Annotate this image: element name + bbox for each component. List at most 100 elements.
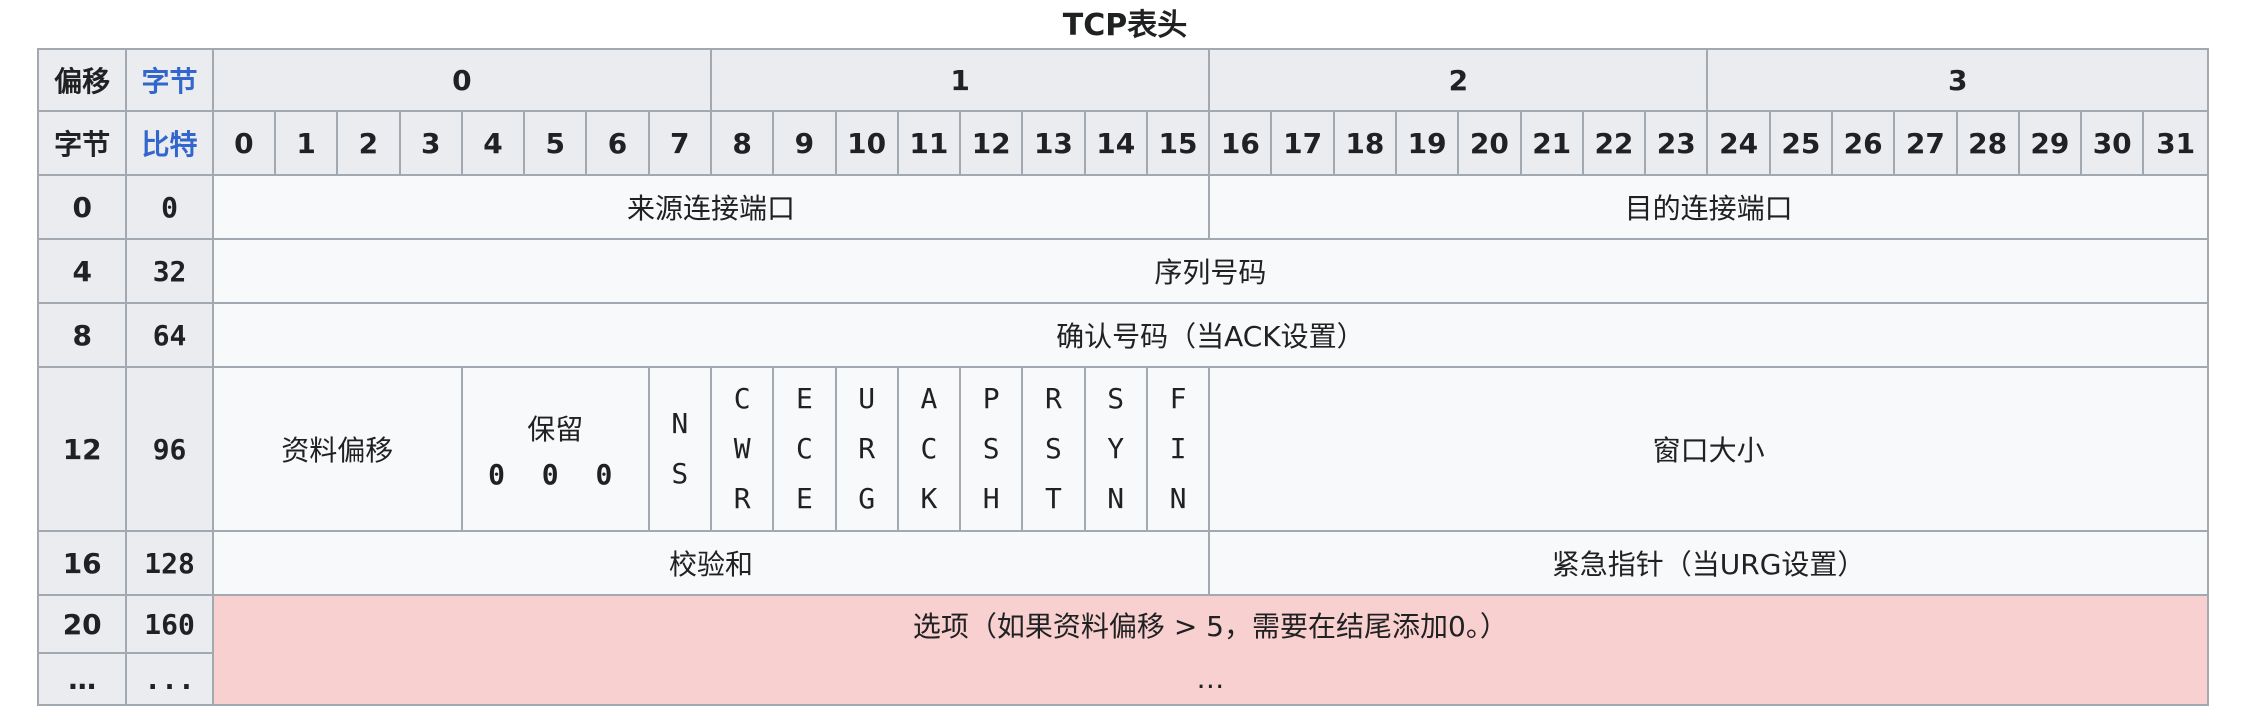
flag-letter: R (733, 482, 751, 515)
reserved-label: 保留 (527, 412, 584, 446)
bit-number: 26 (1830, 110, 1896, 176)
bit-number: 3 (398, 110, 463, 176)
flag-letter: E (795, 482, 813, 515)
bit-number: 10 (834, 110, 899, 176)
octet-3: 3 (1706, 48, 2209, 112)
destination-port-field: 目的连接端口 (1208, 174, 2209, 240)
bit-header-row: 字节 比特 0 1 2 3 4 5 6 7 8 9 10 11 12 13 14… (36, 110, 2209, 176)
table-row: 0 0 来源连接端口 目的连接端口 (36, 174, 2209, 240)
bit-offset: 96 (125, 366, 214, 532)
flag-letter: S (982, 432, 1000, 465)
octet-label-link[interactable]: 字节 (125, 48, 214, 112)
byte-offset: 16 (36, 530, 128, 596)
bit-number: 17 (1270, 110, 1335, 176)
bit-offset-more: ... (125, 652, 214, 706)
table-row: 4 32 序列号码 (36, 238, 2210, 304)
octet-2: 2 (1208, 48, 1709, 112)
flag-rst: R S T (1021, 366, 1086, 532)
flag-letter: N (1169, 482, 1187, 515)
bit-number: 13 (1021, 110, 1086, 176)
octet-1: 1 (709, 48, 1211, 112)
bit-label-link[interactable]: 比特 (125, 110, 214, 176)
table-row: 20 160 选项（如果资料偏移 > 5，需要在结尾添加0。） (36, 594, 2210, 654)
bit-number: 25 (1768, 110, 1833, 176)
flag-letter: S (1045, 432, 1062, 465)
byte-offset: 4 (36, 238, 128, 304)
flag-syn: S Y N (1083, 366, 1148, 532)
bit-number: 11 (896, 110, 962, 176)
bit-number: 16 (1208, 110, 1273, 176)
bit-number: 28 (1955, 110, 2020, 176)
flag-letter: C (733, 382, 751, 415)
bit-offset: 64 (125, 302, 214, 368)
flag-letter: F (1169, 382, 1187, 415)
flag-fin: F I N (1145, 366, 1211, 532)
bit-number: 12 (959, 110, 1024, 176)
flag-letter: S (1107, 382, 1125, 415)
byte-offset: 8 (36, 302, 128, 368)
window-size-field: 窗口大小 (1208, 366, 2209, 532)
flag-letter: Y (1107, 432, 1125, 465)
flag-letter: R (1045, 382, 1062, 415)
flag-letter: H (982, 482, 1000, 515)
bit-number: 30 (2080, 110, 2145, 176)
flag-ns: N S (647, 366, 712, 532)
octet-header-row: 偏移 字节 0 1 2 3 (36, 48, 2209, 112)
reserved-field: 保留 0 0 0 (460, 366, 650, 532)
offset-label: 偏移 (36, 48, 128, 112)
byte-offset: 0 (36, 174, 128, 240)
table-caption: TCP表头 (1062, 8, 1188, 43)
bit-number: 0 (211, 110, 277, 176)
tcp-header-table: 偏移 字节 0 1 2 3 字节 比特 0 1 2 3 4 5 6 7 8 9 … (36, 48, 2210, 706)
checksum-field: 校验和 (211, 530, 1211, 596)
bit-number: 29 (2017, 110, 2083, 176)
byte-offset-more: … (36, 652, 128, 706)
flag-letter: C (795, 432, 813, 465)
flag-cwr: C W R (709, 366, 775, 532)
byte-label: 字节 (36, 110, 128, 176)
bit-offset: 32 (125, 238, 214, 304)
flag-letter: W (733, 432, 751, 465)
flag-urg: U R G (834, 366, 899, 532)
bit-number: 24 (1706, 110, 1771, 176)
flag-ece: E C E (772, 366, 837, 532)
bit-number: 9 (772, 110, 837, 176)
flag-letter: T (1045, 482, 1062, 515)
bit-number: 15 (1145, 110, 1211, 176)
ack-number-field: 确认号码（当ACK设置） (211, 302, 2210, 368)
reserved-bits: 0 0 0 (488, 457, 623, 491)
flag-letter: C (920, 432, 938, 465)
bit-offset: 0 (125, 174, 214, 240)
flag-psh: P S H (959, 366, 1024, 532)
bit-number: 20 (1457, 110, 1522, 176)
bit-offset: 160 (125, 594, 214, 654)
bit-number: 23 (1644, 110, 1709, 176)
byte-offset: 20 (36, 594, 128, 654)
bit-number: 18 (1332, 110, 1398, 176)
flag-ack: A C K (896, 366, 962, 532)
flag-letter: P (982, 382, 1000, 415)
bit-number: 14 (1083, 110, 1148, 176)
bit-number: 8 (709, 110, 775, 176)
bit-number: 1 (274, 110, 339, 176)
bit-number: 27 (1893, 110, 1958, 176)
byte-offset: 12 (36, 366, 128, 532)
bit-offset: 128 (125, 530, 214, 596)
options-more: … (211, 653, 2210, 706)
bit-number: 22 (1581, 110, 1647, 176)
source-port-field: 来源连接端口 (211, 174, 1211, 240)
bit-number: 21 (1519, 110, 1584, 176)
flag-letter: E (795, 382, 813, 415)
bit-number: 5 (523, 110, 588, 176)
options-field: 选项（如果资料偏移 > 5，需要在结尾添加0。） (211, 594, 2210, 653)
octet-0: 0 (211, 48, 712, 112)
flag-letter: G (858, 482, 876, 515)
table-row: 16 128 校验和 紧急指针（当URG设置） (36, 530, 2209, 596)
data-offset-field: 资料偏移 (211, 366, 463, 532)
table-row: 12 96 资料偏移 保留 0 0 0 N S C W R E C E U R … (36, 366, 2209, 532)
urgent-pointer-field: 紧急指针（当URG设置） (1208, 530, 2209, 596)
table-row: … ... … (36, 652, 2210, 706)
flag-letter: I (1169, 432, 1187, 465)
flag-letter: S (671, 457, 689, 490)
bit-number: 4 (460, 110, 526, 176)
